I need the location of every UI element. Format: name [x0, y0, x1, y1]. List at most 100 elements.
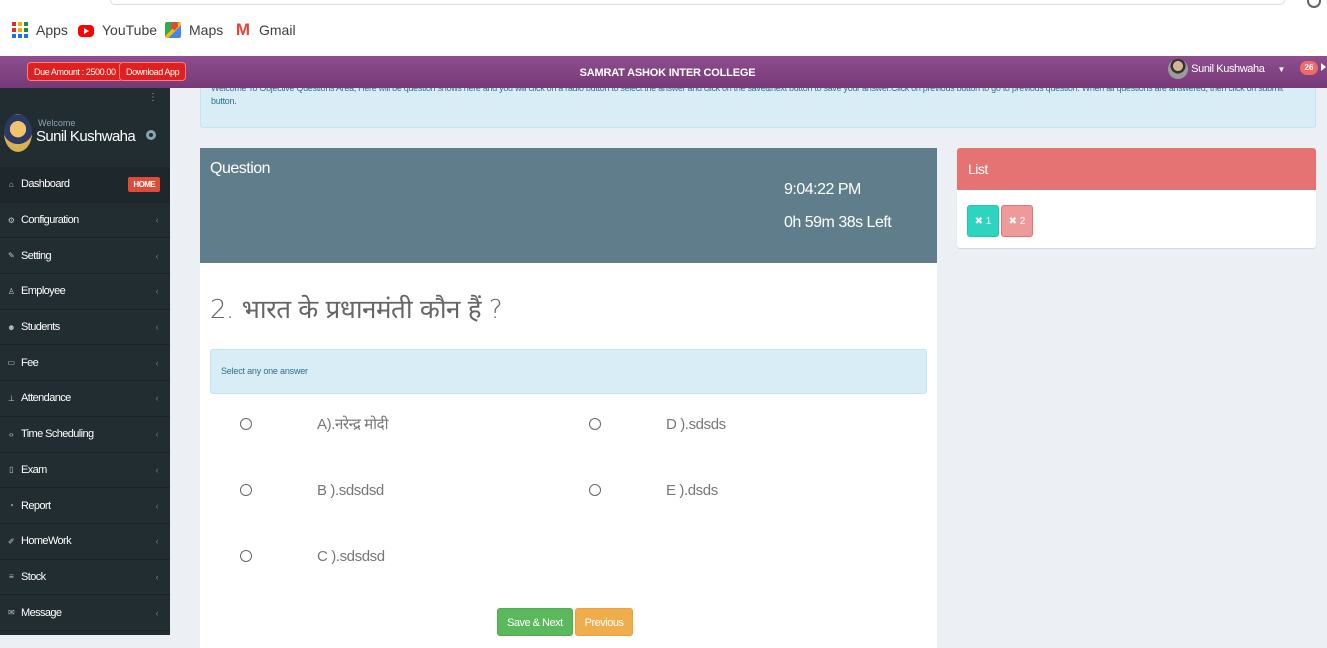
main-content: Welcome To Objective Questions Area, Her… — [170, 88, 1327, 648]
chevron-left-icon: ‹ — [155, 357, 159, 368]
sidebar-item-label: Setting — [21, 249, 52, 262]
radio-button[interactable] — [240, 418, 252, 430]
chevron-left-icon: ‹ — [155, 322, 159, 333]
radio-button[interactable] — [589, 418, 601, 430]
home-icon: ⌂ — [8, 179, 14, 189]
sidebar-item-label: Time Scheduling — [21, 428, 94, 441]
youtube-icon — [78, 25, 94, 37]
sidebar-item-label: Exam — [21, 463, 47, 476]
home-badge: HOME — [128, 176, 160, 192]
cogs-icon: ⚙ — [7, 215, 15, 225]
option-label: D ).sdsds — [666, 415, 726, 433]
question-2-button[interactable]: ✖ 2 — [1001, 205, 1033, 237]
chevron-left-icon: ‹ — [155, 607, 159, 618]
option-e[interactable]: E ).dsds — [589, 482, 718, 499]
more-icon[interactable]: ⋮ — [148, 92, 158, 103]
sidebar-item-employee[interactable]: ♙ Employee ‹ — [0, 274, 170, 310]
option-d[interactable]: D ).sdsds — [589, 416, 726, 433]
bookmark-label: Maps — [189, 22, 224, 38]
chevron-left-icon: ‹ — [155, 536, 159, 547]
money-icon: ▭ — [7, 358, 16, 368]
radio-button[interactable] — [589, 484, 601, 496]
bookmarks-bar: Apps YouTube Maps M Gmail — [0, 0, 1327, 56]
sidebar-item-label: HomeWork — [21, 535, 72, 548]
bookmark-apps[interactable]: Apps — [12, 20, 68, 40]
sidebar-profile: Welcome Sunil Kushwaha — [0, 108, 170, 168]
users-icon: ☻ — [7, 322, 15, 332]
sidebar-item-label: Fee — [21, 356, 39, 369]
option-label: B ).sdsdsd — [317, 481, 384, 499]
sidebar-item-exam[interactable]: ▯ Exam ‹ — [0, 453, 170, 489]
gear-icon[interactable] — [146, 130, 156, 140]
wrench-icon: ✎ — [7, 251, 15, 261]
sidebar-item-students[interactable]: ☻ Students ‹ — [0, 310, 170, 346]
notification-badge[interactable]: 26 — [1300, 61, 1318, 75]
list-title: List — [957, 148, 1316, 190]
gmail-icon: M — [235, 20, 251, 39]
profile-icon[interactable] — [1307, 0, 1321, 8]
bookmark-youtube[interactable]: YouTube — [78, 20, 157, 40]
sidebar-item-homework[interactable]: ✐ HomeWork ‹ — [0, 524, 170, 560]
option-label: E ).dsds — [666, 481, 718, 499]
answer-hint: Select any one answer — [210, 349, 927, 394]
user-icon: ♙ — [7, 286, 15, 296]
sidebar-user-name: Sunil Kushwaha — [36, 128, 136, 145]
maps-icon — [165, 22, 181, 38]
chevron-left-icon: ‹ — [155, 571, 159, 582]
sitemap-icon: ⊥ — [7, 393, 15, 403]
sidebar-item-setting[interactable]: ✎ Setting ‹ — [0, 238, 170, 275]
time-remaining: 0h 59m 38s Left — [784, 214, 892, 231]
clock: 9:04:22 PM — [784, 181, 861, 198]
question-actions: Save & Next Previous — [497, 608, 634, 636]
save-next-button[interactable]: Save & Next — [497, 608, 573, 636]
sidebar-item-attendance[interactable]: ⊥ Attendance ‹ — [0, 381, 170, 417]
user-name: Sunil Kushwaha — [1191, 63, 1265, 75]
bookmark-label: YouTube — [102, 22, 158, 38]
option-c[interactable]: C ).sdsdsd — [240, 548, 385, 565]
address-bar-edge[interactable] — [110, 0, 1285, 5]
chevron-down-icon: ▼ — [1277, 64, 1285, 74]
college-title: SAMRAT ASHOK INTER COLLEGE — [579, 67, 756, 79]
question-header: Question 9:04:22 PM 0h 59m 38s Left — [200, 148, 937, 263]
college-logo — [4, 114, 32, 152]
welcome-label: Welcome — [38, 118, 76, 128]
chevron-left-icon: ‹ — [155, 429, 159, 440]
sidebar-item-time-scheduling[interactable]: ‹› Time Scheduling ‹ — [0, 417, 170, 453]
option-label: A).नरेन्द्र मोदी — [317, 416, 389, 433]
question-1-button[interactable]: ✖ 1 — [967, 205, 999, 237]
chevron-left-icon: ‹ — [155, 286, 159, 297]
sidebar-item-message[interactable]: ✉ Message ‹ — [0, 595, 170, 631]
sidebar-menu: ⌂ Dashboard HOME ⚙ Configuration ‹ ✎ Set… — [0, 167, 170, 631]
sidebar-item-report[interactable]: ◔ Report ‹ — [0, 488, 170, 524]
instructions-alert: Welcome To Objective Questions Area, Her… — [200, 88, 1316, 128]
sidebar-item-fee[interactable]: ▭ Fee ‹ — [0, 345, 170, 382]
envelope-icon: ✉ — [7, 608, 15, 618]
user-menu[interactable]: Sunil Kushwaha ▼ — [1168, 59, 1285, 79]
sidebar-item-configuration[interactable]: ⚙ Configuration ‹ — [0, 203, 170, 239]
list-icon: ≡ — [8, 572, 14, 582]
sidebar-item-dashboard[interactable]: ⌂ Dashboard HOME — [0, 167, 170, 203]
sidebar-item-label: Configuration — [21, 214, 79, 227]
question-list-panel: List ✖ 1 ✖ 2 — [957, 148, 1316, 248]
radio-button[interactable] — [240, 484, 252, 496]
sidebar-item-label: Report — [21, 499, 51, 512]
bookmark-maps[interactable]: Maps — [165, 20, 223, 40]
code-icon: ‹› — [8, 429, 14, 439]
previous-button[interactable]: Previous — [574, 608, 634, 636]
chevron-left-icon: ‹ — [155, 393, 159, 404]
sidebar: ⋮ Welcome Sunil Kushwaha ⌂ Dashboard HOM… — [0, 88, 170, 635]
avatar — [1168, 59, 1189, 79]
instructions-text: Welcome To Objective Questions Area, Her… — [211, 88, 1283, 106]
radio-button[interactable] — [240, 550, 252, 562]
option-b[interactable]: B ).sdsdsd — [240, 482, 384, 499]
chevron-left-icon: ‹ — [155, 464, 159, 475]
question-title: Question — [210, 160, 271, 177]
sidebar-item-label: Dashboard — [21, 178, 70, 191]
bookmark-gmail[interactable]: M Gmail — [235, 20, 296, 40]
bookmark-label: Gmail — [259, 22, 296, 38]
sidebar-item-label: Employee — [21, 285, 66, 298]
option-a[interactable]: A).नरेन्द्र मोदी — [240, 416, 389, 433]
sidebar-item-stock[interactable]: ≡ Stock ‹ — [0, 560, 170, 596]
report-icon: ◔ — [8, 501, 14, 511]
bookmark-label: Apps — [36, 22, 68, 38]
